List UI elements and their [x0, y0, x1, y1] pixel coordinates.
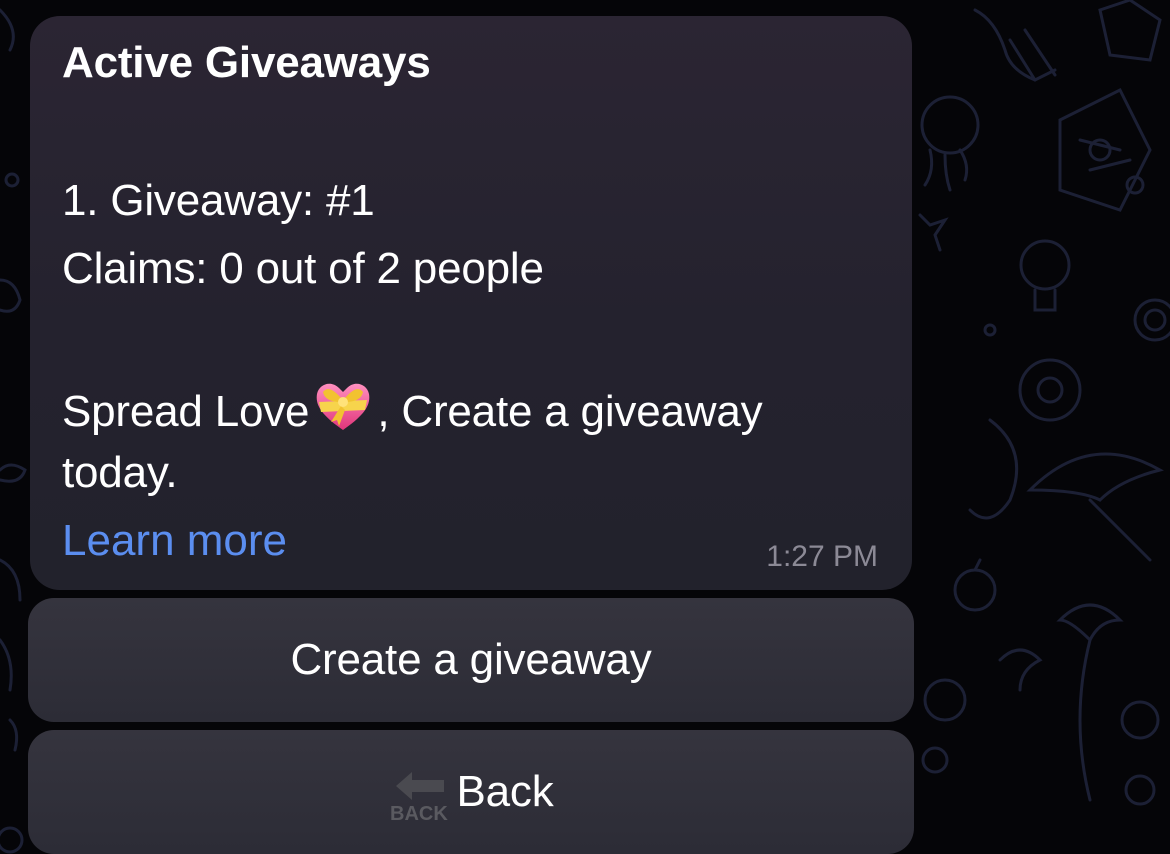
today-text: today.: [62, 448, 178, 497]
back-arrow-icon: BACK: [390, 772, 449, 824]
message-bubble: Active Giveaways 1. Giveaway: #1 Claims:…: [30, 16, 912, 590]
heart-with-ribbon-icon: [317, 383, 370, 430]
spread-love-text: Spread Love: [62, 387, 310, 436]
create-giveaway-text: , Create a giveaway: [377, 387, 763, 436]
message-title: Active Giveaways: [62, 38, 431, 87]
back-icon-text: BACK: [390, 803, 448, 824]
back-button[interactable]: BACK Back: [28, 730, 914, 854]
create-giveaway-button[interactable]: Create a giveaway: [28, 598, 914, 722]
message-timestamp: 1:27 PM: [766, 540, 878, 573]
spread-love-line: Spread Love , Create a giveaway: [62, 380, 763, 437]
create-giveaway-label: Create a giveaway: [290, 635, 652, 684]
claims-line: Claims: 0 out of 2 people: [62, 244, 544, 293]
giveaway-line: 1. Giveaway: #1: [62, 176, 375, 225]
learn-more-link[interactable]: Learn more: [62, 516, 287, 566]
back-label: Back: [456, 767, 554, 816]
